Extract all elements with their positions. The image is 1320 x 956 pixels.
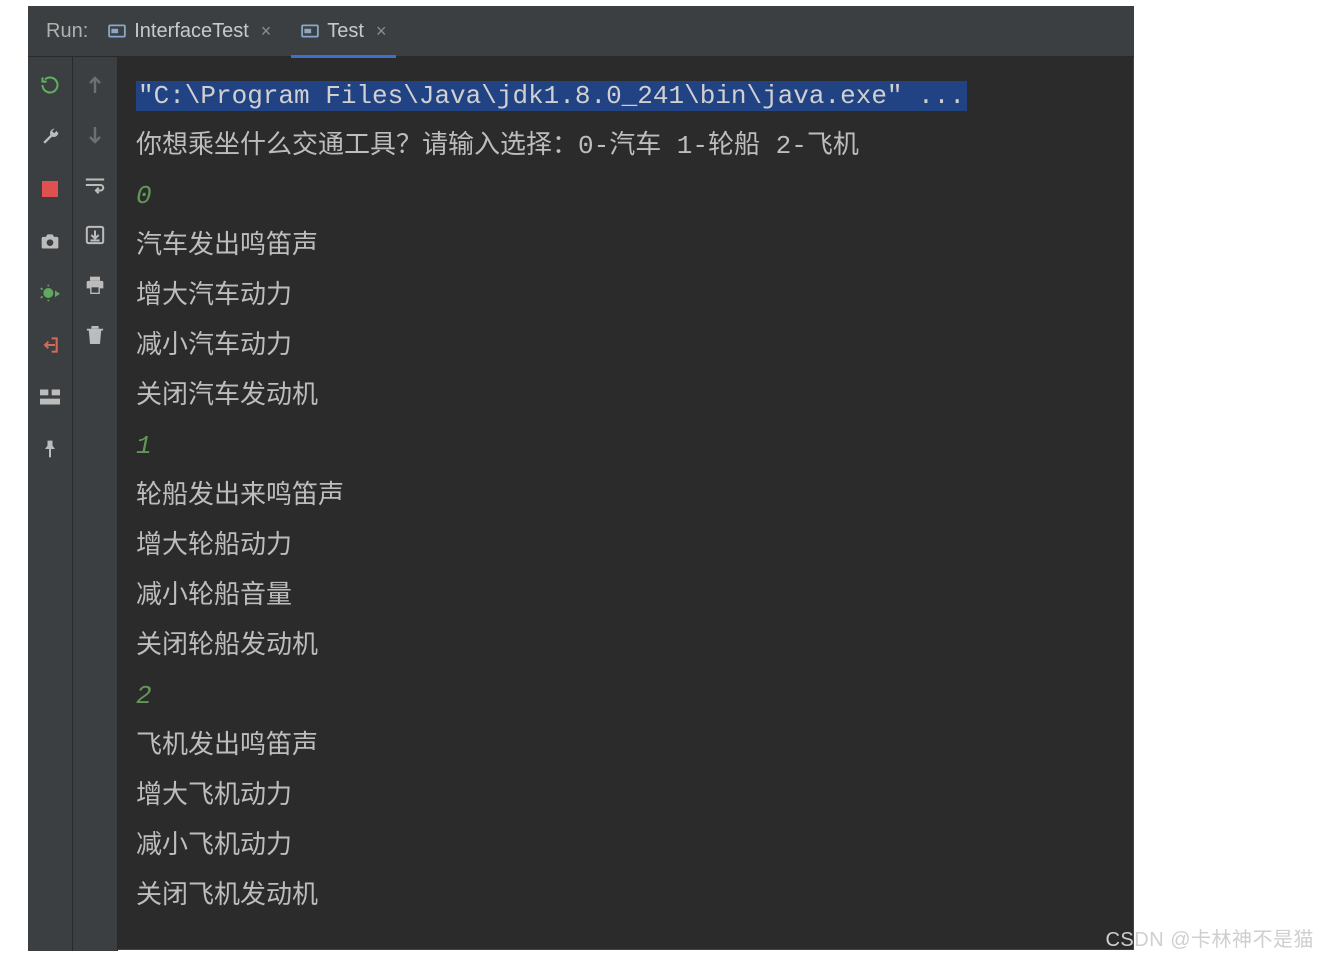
output-line: 增大飞机动力 — [136, 771, 1116, 821]
output-line: 减小轮船音量 — [136, 571, 1116, 621]
output-line: 增大汽车动力 — [136, 271, 1116, 321]
toolbar-left — [28, 57, 73, 951]
rerun-icon[interactable] — [38, 73, 62, 97]
trash-icon[interactable] — [83, 323, 107, 347]
user-input: 1 — [136, 421, 1116, 471]
stop-icon[interactable] — [38, 177, 62, 201]
tab-label: InterfaceTest — [134, 20, 249, 43]
output-line: 关闭飞机发动机 — [136, 871, 1116, 921]
output-line: 轮船发出来鸣笛声 — [136, 471, 1116, 521]
output-line: 汽车发出鸣笛声 — [136, 221, 1116, 271]
run-tab-icon — [108, 22, 126, 40]
camera-icon[interactable] — [38, 229, 62, 253]
close-icon[interactable]: × — [376, 21, 387, 42]
console-command: "C:\Program Files\Java\jdk1.8.0_241\bin\… — [136, 71, 1116, 121]
layout-icon[interactable] — [38, 385, 62, 409]
run-tab-icon — [301, 22, 319, 40]
wrench-icon[interactable] — [38, 125, 62, 149]
close-icon[interactable]: × — [261, 21, 272, 42]
output-line: 关闭轮船发动机 — [136, 621, 1116, 671]
output-line: 减小飞机动力 — [136, 821, 1116, 871]
tab-interfacetest[interactable]: InterfaceTest × — [98, 7, 281, 55]
run-label: Run: — [46, 20, 88, 43]
user-input: 2 — [136, 671, 1116, 721]
output-line: 减小汽车动力 — [136, 321, 1116, 371]
run-header: Run: InterfaceTest × Test × — [28, 6, 1134, 57]
arrow-down-icon[interactable] — [83, 123, 107, 147]
watermark: CSDN @卡林神不是猫 — [1105, 923, 1314, 952]
arrow-up-icon[interactable] — [83, 73, 107, 97]
exit-icon[interactable] — [38, 333, 62, 357]
output-line: 关闭汽车发动机 — [136, 371, 1116, 421]
print-icon[interactable] — [83, 273, 107, 297]
output-line: 飞机发出鸣笛声 — [136, 721, 1116, 771]
tab-label: Test — [327, 20, 364, 43]
pin-icon[interactable] — [38, 437, 62, 461]
console-output[interactable]: "C:\Program Files\Java\jdk1.8.0_241\bin\… — [118, 57, 1134, 951]
user-input: 0 — [136, 171, 1116, 221]
run-tool-window: Run: InterfaceTest × Test × — [28, 6, 1134, 950]
bug-run-icon[interactable] — [38, 281, 62, 305]
output-line: 增大轮船动力 — [136, 521, 1116, 571]
tab-test[interactable]: Test × — [291, 7, 396, 58]
toolbar-secondary — [73, 57, 118, 951]
soft-wrap-icon[interactable] — [83, 173, 107, 197]
scroll-to-end-icon[interactable] — [83, 223, 107, 247]
console-prompt: 你想乘坐什么交通工具？请输入选择：0-汽车 1-轮船 2-飞机 — [136, 121, 1116, 171]
